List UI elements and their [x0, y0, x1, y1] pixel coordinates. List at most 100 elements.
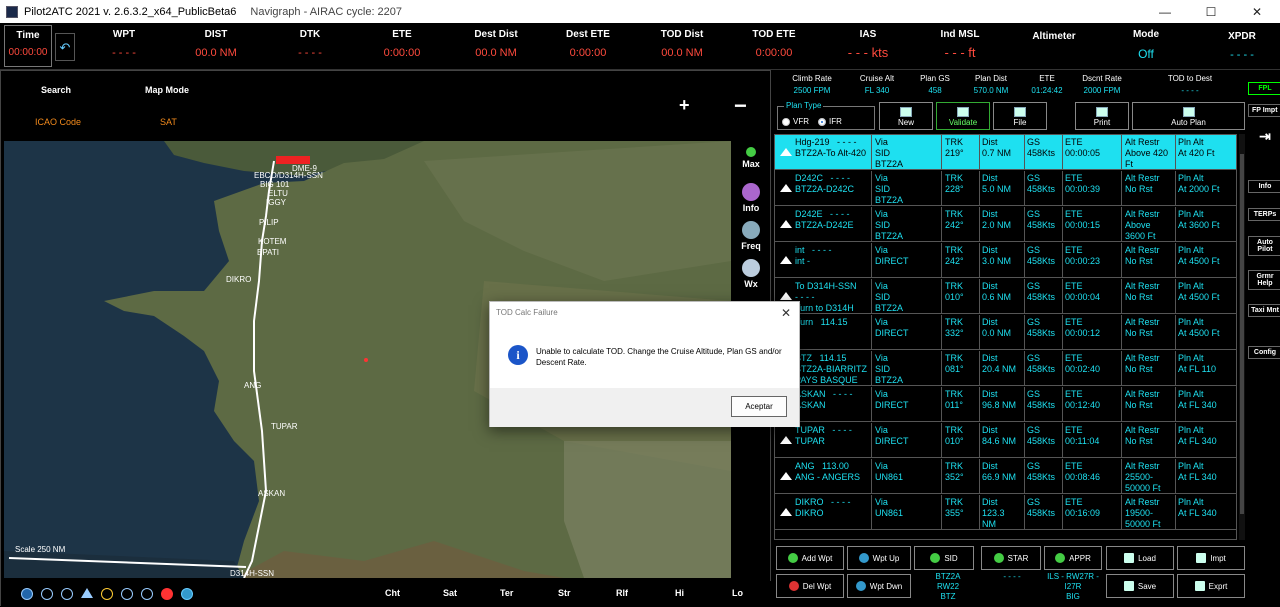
terps-button[interactable]: TERPs: [1248, 208, 1280, 221]
aircraft-blue-icon[interactable]: [181, 588, 193, 600]
export-button[interactable]: Exprt: [1177, 574, 1245, 598]
waypoint-label[interactable]: ASKAN: [258, 489, 285, 498]
map-mode-value[interactable]: SAT: [160, 117, 177, 127]
vfr-radio[interactable]: VFR: [782, 117, 809, 126]
del-wpt-button[interactable]: Del Wpt: [776, 574, 844, 598]
hi-tab[interactable]: Hi: [675, 588, 684, 598]
waypoint-label[interactable]: PILIP: [259, 218, 279, 227]
taxi-mnt-button[interactable]: Taxi Mnt: [1248, 304, 1280, 317]
column-divider: [871, 423, 872, 458]
maximize-button[interactable]: ☐: [1188, 0, 1234, 23]
column-divider: [1175, 207, 1176, 242]
icao-code-field[interactable]: ICAO Code: [35, 117, 81, 127]
config-button[interactable]: Config: [1248, 346, 1280, 359]
file-plan-button[interactable]: File: [993, 102, 1047, 130]
waypoint-label[interactable]: KOTEM: [258, 237, 286, 246]
waypoint-row[interactable]: To D314H-SSN - - - - Turn to D314H Via SI…: [775, 279, 1236, 314]
waypoint-label[interactable]: BIG 101: [260, 180, 323, 189]
save-button[interactable]: Save: [1106, 574, 1174, 598]
wpt-cell: WPT - - - -: [96, 23, 152, 70]
xpdr-cell[interactable]: XPDR - - - -: [1212, 23, 1272, 70]
waypoint-row[interactable]: Turn 114.15 Via DIRECT TRK 332° Dist 0.0 N…: [775, 315, 1236, 350]
search-label[interactable]: Search: [41, 85, 71, 95]
close-window-button[interactable]: ✕: [1234, 0, 1280, 23]
sat-tab[interactable]: Sat: [443, 588, 457, 598]
terrain-tab[interactable]: Ter: [500, 588, 513, 598]
globe-icon[interactable]: [21, 588, 33, 600]
map-mode-label[interactable]: Map Mode: [145, 85, 189, 95]
appr-button[interactable]: APPR: [1044, 546, 1102, 570]
grammar-help-button[interactable]: Grmr Help: [1248, 270, 1280, 290]
waypoint-label[interactable]: TUPAR: [271, 422, 298, 431]
waypoint-row[interactable]: ANG 113.00 ANG - ANGERS Via UN861 TRK 352°…: [775, 459, 1236, 494]
info-tool[interactable]: Info: [738, 183, 764, 213]
waypoint-label[interactable]: DIKRO: [226, 275, 251, 284]
load-button[interactable]: Load: [1106, 546, 1174, 570]
auto-pilot-button[interactable]: Auto Pilot: [1248, 236, 1280, 256]
waypoint-list[interactable]: Hdg-219 - - - - BTZ2A-To Alt-420 Via SID …: [774, 134, 1237, 540]
max-tool[interactable]: Max: [738, 147, 764, 169]
altimeter-cell[interactable]: Altimeter: [1024, 23, 1084, 70]
ifr-radio[interactable]: IFR: [818, 117, 842, 126]
cruise-alt-cell[interactable]: Cruise Alt FL 340: [855, 74, 899, 95]
heliport-icon[interactable]: [121, 588, 133, 600]
fpl-button[interactable]: FPL: [1248, 82, 1280, 95]
waypoint-label[interactable]: DME-9: [292, 164, 317, 173]
waypoint-label[interactable]: ANG: [244, 381, 261, 390]
minimize-button[interactable]: —: [1142, 0, 1188, 23]
add-wpt-button[interactable]: Add Wpt: [776, 546, 844, 570]
zoom-in-button[interactable]: +: [679, 95, 690, 116]
plan-gs-label: Plan GS: [920, 74, 950, 83]
wpt-down-button[interactable]: Wpt Dwn: [847, 574, 911, 598]
waypoint-row[interactable]: D242E - - - - BTZ2A-D242E Via SID BTZ2A TR…: [775, 207, 1236, 242]
fp-import-button[interactable]: FP Impt: [1248, 104, 1280, 117]
star-value: - - - -: [1003, 572, 1021, 581]
validate-button[interactable]: Validate: [936, 102, 990, 130]
vor-icon[interactable]: [41, 588, 53, 600]
waypoint-row[interactable]: D242C - - - - BTZ2A-D242C Via SID BTZ2A TR…: [775, 171, 1236, 206]
wx-tool[interactable]: Wx: [738, 259, 764, 289]
chevron-right-icon[interactable]: ⇥: [1248, 126, 1280, 147]
info-button[interactable]: Info: [1248, 180, 1280, 193]
tod-ete-cell: TOD ETE 0:00:00: [744, 23, 804, 70]
waypoint-row[interactable]: int - - - - int - Via DIRECT TRK 242° Dist …: [775, 243, 1236, 278]
reset-icon[interactable]: ↶: [55, 33, 75, 61]
print-button[interactable]: Print: [1075, 102, 1129, 130]
waypoint-label[interactable]: ELTU: [268, 189, 323, 198]
chart-tab[interactable]: Cht: [385, 588, 400, 598]
zoom-out-button[interactable]: −: [734, 93, 747, 119]
freq-tool[interactable]: Freq: [738, 221, 764, 251]
airport-icon[interactable]: [101, 588, 113, 600]
lo-tab[interactable]: Lo: [732, 588, 743, 598]
column-divider: [979, 279, 980, 314]
plan-gs-cell[interactable]: Plan GS 458: [915, 74, 955, 95]
waypoint-row[interactable]: BTZ 114.15 BTZ2A-BIARRITZ PAYS BASQUE Via…: [775, 351, 1236, 386]
time-value: 00:00:00: [8, 47, 48, 58]
waypoint-label[interactable]: IGGY: [266, 198, 323, 207]
mode-cell[interactable]: Mode Off: [1116, 23, 1176, 70]
ndb-icon[interactable]: [61, 588, 73, 600]
new-plan-button[interactable]: New: [879, 102, 933, 130]
climb-rate-cell[interactable]: Climb Rate 2500 FPM: [785, 74, 839, 95]
waypoint-label[interactable]: D314H-SSN: [230, 569, 274, 578]
dialog-close-button[interactable]: ✕: [781, 306, 791, 320]
aircraft-red-icon[interactable]: [161, 588, 173, 600]
waypoint-row[interactable]: ASKAN - - - - ASKAN Via DIRECT TRK 011° Dis…: [775, 387, 1236, 422]
street-tab[interactable]: Str: [558, 588, 571, 598]
descent-rate-cell[interactable]: Dscnt Rate 2000 FPM: [1077, 74, 1127, 95]
waypoint-row[interactable]: DIKRO - - - - DIKRO Via UN861 TRK 355° Dist…: [775, 495, 1236, 530]
relief-tab[interactable]: Rlf: [616, 588, 628, 598]
import-button[interactable]: Impt: [1177, 546, 1245, 570]
airway-icon[interactable]: [141, 588, 153, 600]
ok-button[interactable]: Aceptar: [731, 396, 787, 417]
auto-plan-button[interactable]: Auto Plan: [1132, 102, 1245, 130]
waypoint-row[interactable]: TUPAR - - - - TUPAR Via DIRECT TRK 010° Dis…: [775, 423, 1236, 458]
time-box[interactable]: Time 00:00:00: [4, 25, 52, 67]
sid-button[interactable]: SID: [914, 546, 974, 570]
wpt-up-button[interactable]: Wpt Up: [847, 546, 911, 570]
star-button[interactable]: STAR: [981, 546, 1041, 570]
waypoint-row[interactable]: Hdg-219 - - - - BTZ2A-To Alt-420 Via SID …: [775, 135, 1236, 170]
waypoint-label[interactable]: EPATI: [257, 248, 279, 257]
waypoint-triangle-icon[interactable]: [81, 588, 93, 598]
scrollbar-thumb[interactable]: [1240, 154, 1244, 514]
